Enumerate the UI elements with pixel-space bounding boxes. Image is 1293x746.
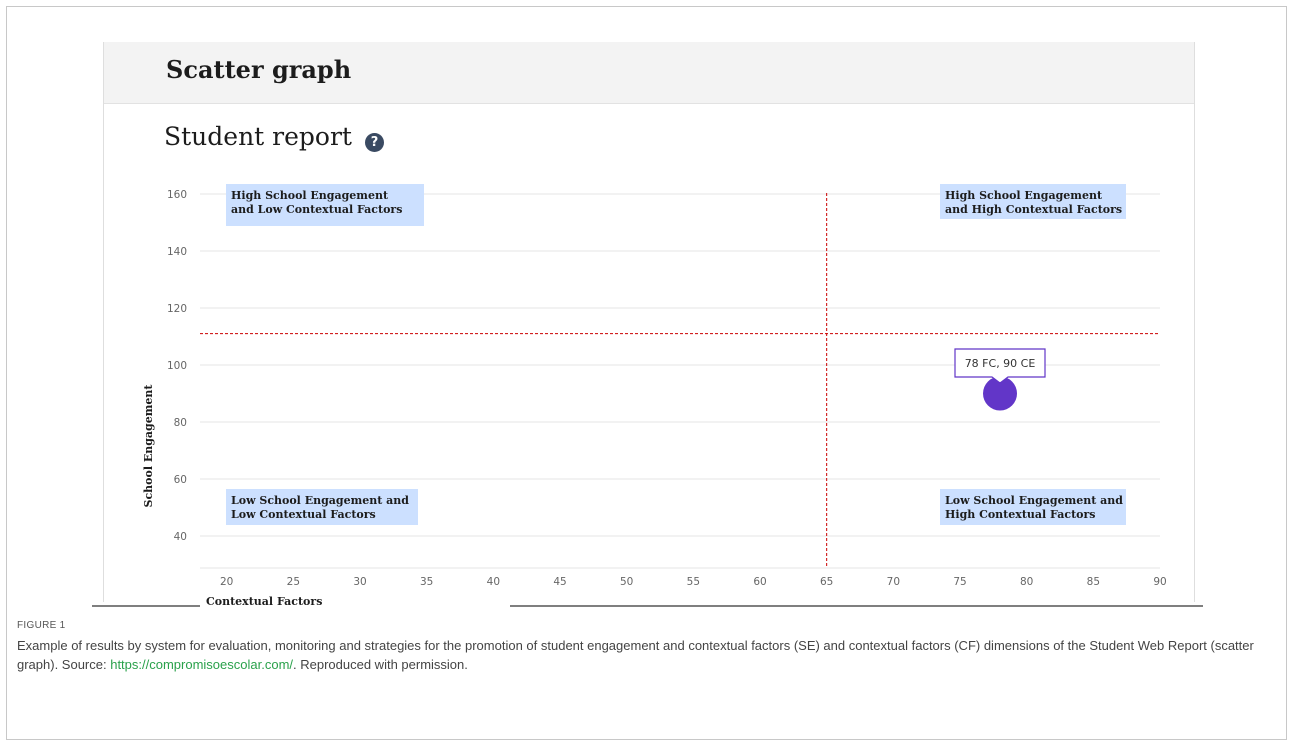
quadrant-label-bottom-right: Low School Engagement andHigh Contextual… bbox=[940, 489, 1126, 525]
x-tick-label: 75 bbox=[953, 576, 966, 588]
y-tick-label: 160 bbox=[167, 189, 187, 201]
figure-caption: Example of results by system for evaluat… bbox=[17, 636, 1277, 674]
quadrant-label-text: High Contextual Factors bbox=[945, 508, 1095, 521]
x-tick-label: 30 bbox=[353, 576, 366, 588]
scatter-chart: High School Engagementand Low Contextual… bbox=[92, 184, 1203, 608]
quadrant-label-text: and High Contextual Factors bbox=[945, 203, 1122, 216]
x-tick-label: 40 bbox=[487, 576, 500, 588]
quadrant-label-bottom-left: Low School Engagement andLow Contextual … bbox=[226, 489, 418, 525]
x-tick-label: 85 bbox=[1087, 576, 1100, 588]
y-tick-label: 140 bbox=[167, 246, 187, 258]
x-tick-label: 55 bbox=[687, 576, 700, 588]
tooltip-text: 78 FC, 90 CE bbox=[965, 357, 1036, 370]
x-tick-label: 70 bbox=[887, 576, 900, 588]
quadrant-label-text: High School Engagement bbox=[231, 189, 389, 202]
x-tick-label: 45 bbox=[553, 576, 566, 588]
x-tick-label: 20 bbox=[220, 576, 233, 588]
quadrant-label-text: and Low Contextual Factors bbox=[231, 203, 402, 216]
x-tick-label: 65 bbox=[820, 576, 833, 588]
x-axis-title: Contextual Factors bbox=[206, 595, 322, 608]
tooltip-layer: 78 FC, 90 CE bbox=[954, 348, 1046, 384]
x-tick-label: 25 bbox=[287, 576, 300, 588]
x-tick-labels: 20 25 30 35 40 45 50 55 60 65 70 75 80 85 90 bbox=[220, 576, 1167, 588]
quadrant-label-text: Low School Engagement and bbox=[231, 494, 409, 507]
source-link[interactable]: https://compromisoescolar.com/ bbox=[110, 657, 293, 672]
y-tick-label: 40 bbox=[174, 531, 187, 543]
quadrant-label-top-right: High School Engagementand High Contextua… bbox=[940, 184, 1126, 219]
y-tick-label: 120 bbox=[167, 303, 187, 315]
x-tick-label: 90 bbox=[1153, 576, 1166, 588]
y-tick-label: 80 bbox=[174, 417, 187, 429]
y-axis-title: School Engagement bbox=[142, 384, 155, 508]
quadrant-label-top-left: High School Engagementand Low Contextual… bbox=[226, 184, 424, 226]
x-tick-label: 50 bbox=[620, 576, 633, 588]
quadrant-label-text: High School Engagement bbox=[945, 189, 1103, 202]
caption-text-end: . Reproduced with permission. bbox=[293, 657, 468, 672]
figure-label: FIGURE 1 bbox=[17, 620, 66, 631]
x-tick-label: 80 bbox=[1020, 576, 1033, 588]
x-tick-label: 35 bbox=[420, 576, 433, 588]
quadrant-label-text: Low School Engagement and bbox=[945, 494, 1123, 507]
y-tick-label: 60 bbox=[174, 474, 187, 486]
x-tick-label: 60 bbox=[753, 576, 766, 588]
quadrant-label-text: Low Contextual Factors bbox=[231, 508, 376, 521]
y-tick-labels: 40 60 80 100 120 140 160 bbox=[167, 189, 187, 543]
y-tick-label: 100 bbox=[167, 360, 187, 372]
